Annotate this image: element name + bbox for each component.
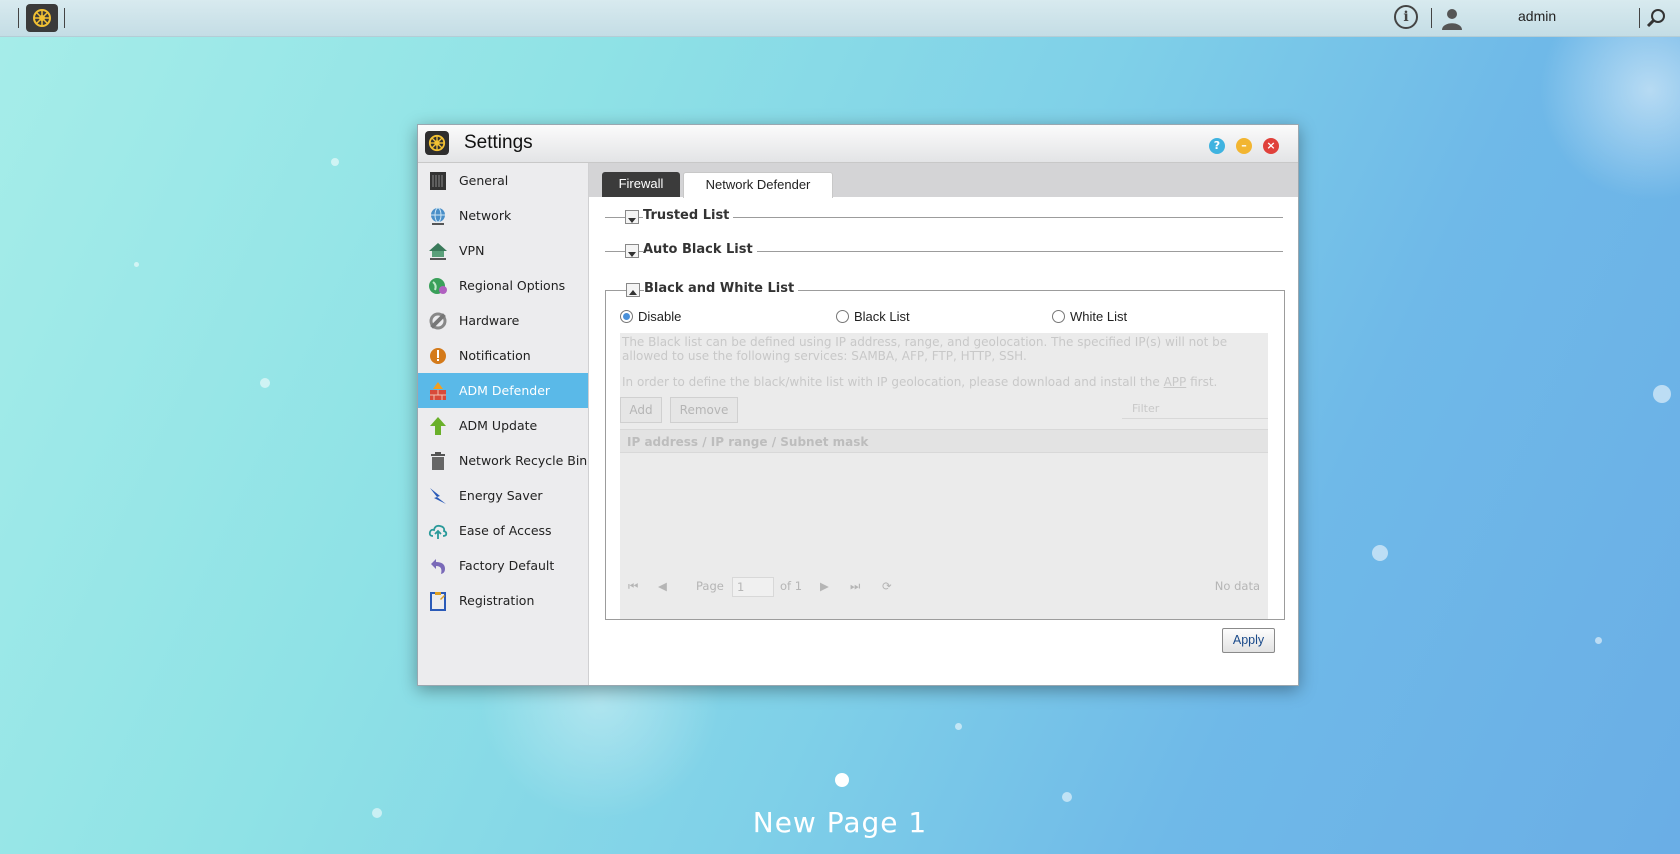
apply-button[interactable]: Apply <box>1222 628 1275 653</box>
next-page-icon[interactable]: ▶ <box>820 579 829 593</box>
radio-label: Disable <box>638 309 682 324</box>
radio-white-list[interactable]: White List <box>1052 309 1127 324</box>
sidebar-item-label: Registration <box>459 593 535 608</box>
window-titlebar[interactable]: Settings ? – × <box>418 125 1298 163</box>
auto-black-list-section: Auto Black List <box>605 241 1283 261</box>
first-page-icon[interactable]: ⏮ <box>628 579 638 594</box>
sidebar-item-label: General <box>459 173 509 188</box>
page-number-input[interactable]: 1 <box>732 577 774 597</box>
black-white-list-section: Black and White List Disable Black List … <box>605 281 1285 620</box>
trash-icon <box>427 450 449 472</box>
page-number-value: 1 <box>737 580 745 594</box>
sidebar-item-vpn[interactable]: VPN <box>418 233 588 268</box>
no-data-label: No data <box>1214 579 1260 593</box>
clipboard-icon <box>427 590 449 612</box>
column-header-ip: IP address / IP range / Subnet mask <box>620 429 1268 453</box>
tab-network-defender[interactable]: Network Defender <box>683 172 833 198</box>
app-link[interactable]: APP <box>1164 375 1187 389</box>
minimize-icon[interactable]: – <box>1236 138 1252 154</box>
alert-icon <box>427 345 449 367</box>
desktop-page-label: New Page 1 <box>752 806 928 839</box>
regional-globe-icon <box>427 275 449 297</box>
sidebar-item-label: Energy Saver <box>459 488 543 503</box>
main-menu-icon[interactable] <box>26 4 58 32</box>
geolocation-hint: In order to define the black/white list … <box>622 375 1262 389</box>
sidebar-item-ease-of-access[interactable]: Ease of Access <box>418 513 588 548</box>
radio-black-list[interactable]: Black List <box>836 309 910 324</box>
sidebar-item-registration[interactable]: Registration <box>418 583 588 618</box>
tab-firewall[interactable]: Firewall <box>602 172 680 197</box>
collapse-black-white-list-icon[interactable] <box>626 283 640 297</box>
section-title[interactable]: Black and White List <box>644 281 799 296</box>
sidebar-item-label: Factory Default <box>459 558 555 573</box>
filter-input[interactable]: Filter <box>1122 399 1268 419</box>
up-arrow-icon <box>427 415 449 437</box>
hint-text-end: first. <box>1190 375 1218 389</box>
settings-sidebar: General Network VPN Regional Options Har… <box>418 163 589 685</box>
sidebar-item-network[interactable]: Network <box>418 198 588 233</box>
expand-trusted-list-icon[interactable] <box>625 210 639 224</box>
refresh-icon[interactable]: ⟳ <box>882 579 892 593</box>
search-icon[interactable] <box>1646 8 1666 28</box>
globe-icon <box>427 205 449 227</box>
sidebar-item-network-recycle-bin[interactable]: Network Recycle Bin <box>418 443 588 478</box>
sidebar-item-label: Regional Options <box>459 278 566 293</box>
user-icon[interactable] <box>1440 6 1464 30</box>
radio-circle[interactable] <box>1052 310 1065 323</box>
info-icon[interactable]: i <box>1394 5 1418 29</box>
sidebar-item-notification[interactable]: Notification <box>418 338 588 373</box>
lightning-icon <box>427 485 449 507</box>
sidebar-item-label: Notification <box>459 348 531 363</box>
disabled-list-panel: The Black list can be defined using IP a… <box>620 333 1268 619</box>
page-label: Page <box>696 579 724 593</box>
help-icon[interactable]: ? <box>1209 138 1225 154</box>
radio-circle[interactable] <box>836 310 849 323</box>
sidebar-item-adm-defender[interactable]: ADM Defender <box>418 373 588 408</box>
radio-circle[interactable] <box>620 310 633 323</box>
settings-window: Settings ? – × General Network VPN Regio… <box>417 124 1299 686</box>
undo-icon <box>427 555 449 577</box>
prev-page-icon[interactable]: ◀ <box>658 579 667 593</box>
sidebar-item-regional-options[interactable]: Regional Options <box>418 268 588 303</box>
sidebar-item-label: Network <box>459 208 512 223</box>
firewall-icon <box>427 380 449 402</box>
sidebar-item-general[interactable]: General <box>418 163 588 198</box>
sidebar-item-factory-default[interactable]: Factory Default <box>418 548 588 583</box>
settings-app-icon <box>425 131 449 155</box>
vpn-house-icon <box>427 240 449 262</box>
section-title[interactable]: Auto Black List <box>643 242 757 257</box>
remove-button[interactable]: Remove <box>670 397 738 423</box>
sidebar-item-label: Network Recycle Bin <box>459 453 588 468</box>
sidebar-item-label: Hardware <box>459 313 520 328</box>
section-title[interactable]: Trusted List <box>643 208 734 223</box>
radio-label: Black List <box>854 309 910 324</box>
server-icon <box>427 170 449 192</box>
sidebar-item-label: VPN <box>459 243 485 258</box>
page-count: of 1 <box>780 579 803 593</box>
username[interactable]: admin <box>1518 8 1556 24</box>
desktop-topbar: i admin <box>0 0 1680 37</box>
radio-label: White List <box>1070 309 1128 324</box>
trusted-list-section: Trusted List <box>605 207 1283 227</box>
sidebar-item-label: Ease of Access <box>459 523 552 538</box>
sidebar-item-energy-saver[interactable]: Energy Saver <box>418 478 588 513</box>
close-icon[interactable]: × <box>1263 138 1279 154</box>
sidebar-item-label: ADM Update <box>459 418 538 433</box>
window-title: Settings <box>464 132 533 153</box>
add-button[interactable]: Add <box>620 397 662 423</box>
radio-disable[interactable]: Disable <box>620 309 681 324</box>
expand-auto-black-list-icon[interactable] <box>625 244 639 258</box>
sidebar-item-adm-update[interactable]: ADM Update <box>418 408 588 443</box>
pagination-bar: ⏮ ◀ Page 1 of 1 ▶ ⏭ ⟳ No data <box>620 573 1268 599</box>
tab-strip: Firewall Network Defender <box>589 163 1298 198</box>
hardware-icon <box>427 310 449 332</box>
settings-content: Firewall Network Defender Trusted List A… <box>589 163 1298 685</box>
last-page-icon[interactable]: ⏭ <box>850 579 860 594</box>
cloud-upload-icon <box>427 520 449 542</box>
sidebar-item-hardware[interactable]: Hardware <box>418 303 588 338</box>
sidebar-item-label: ADM Defender <box>459 383 551 398</box>
hint-text: In order to define the black/white list … <box>622 375 1160 389</box>
page-indicator-dot[interactable] <box>835 773 849 787</box>
blacklist-description: The Black list can be defined using IP a… <box>622 335 1228 363</box>
